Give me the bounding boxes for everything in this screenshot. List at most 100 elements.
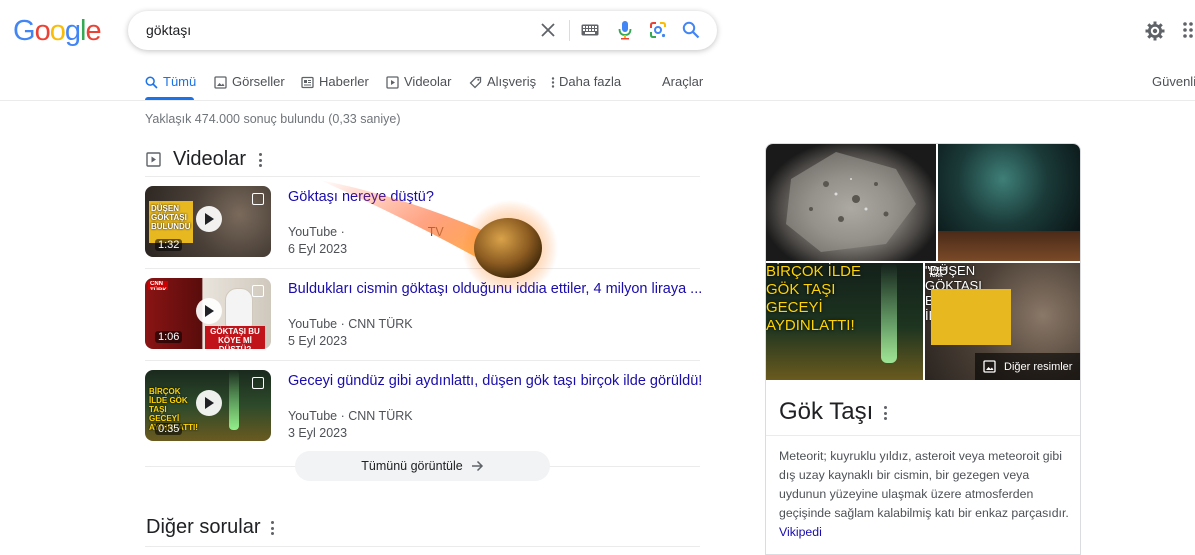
- video-icon: [386, 76, 399, 89]
- tab-safe-search[interactable]: Güvenli: [1152, 74, 1195, 102]
- kp-divider: [766, 435, 1080, 436]
- tab-tools[interactable]: Araçlar: [662, 74, 703, 102]
- tab-label: Güvenli: [1152, 74, 1195, 89]
- fullscreen-icon: [252, 377, 264, 389]
- fullscreen-icon: [252, 193, 264, 205]
- tab-news[interactable]: Haberler: [301, 74, 369, 102]
- lens-icon[interactable]: [647, 19, 669, 41]
- close-icon[interactable]: [537, 19, 559, 41]
- tab-images[interactable]: Görseller: [214, 74, 285, 102]
- result-stats: Yaklaşık 474.000 sonuç bulundu (0,33 san…: [145, 112, 401, 126]
- search-icon: [145, 76, 158, 89]
- thumb-caption: GÖKTAŞI BU KÖYE Mİ DÜŞTÜ?: [205, 326, 265, 349]
- tab-label: Alışveriş: [487, 74, 537, 89]
- video-thumbnail[interactable]: DÜŞEN GÖKTAŞI BULUNDU 1:32: [145, 186, 271, 257]
- gear-icon[interactable]: [1144, 20, 1166, 42]
- thumb-meteor-streak: [229, 370, 239, 430]
- keyboard-icon[interactable]: [579, 19, 601, 41]
- search-input[interactable]: [146, 22, 526, 38]
- search-icon[interactable]: [680, 19, 702, 41]
- kp-image-night-sky[interactable]: [938, 144, 1080, 261]
- kp-image-buildings: [938, 231, 1080, 261]
- tab-shopping[interactable]: Alışveriş: [469, 74, 536, 102]
- view-all-videos-button[interactable]: Tümünü görüntüle: [295, 451, 550, 481]
- tabs-divider: [0, 100, 1195, 101]
- kp-more-icon[interactable]: [883, 406, 887, 420]
- logo-letter: e: [85, 15, 101, 47]
- logo-letter: G: [13, 15, 36, 47]
- divider: [145, 176, 700, 177]
- video-thumbnail[interactable]: BİRÇOK İLDE GÖK TAŞI GECEYİ AYDINLATTI! …: [145, 370, 271, 441]
- video-title-link[interactable]: Buldukları cismin göktaşı olduğunu iddia…: [288, 281, 702, 297]
- video-duration: 1:06: [155, 331, 183, 343]
- thumb-brand: CNN TÜRK: [148, 281, 168, 290]
- kp-source-link[interactable]: Vikipedi: [779, 525, 822, 539]
- play-icon[interactable]: [196, 298, 222, 324]
- more-images-button[interactable]: Diğer resimler: [975, 353, 1080, 380]
- video-duration: 1:32: [155, 239, 183, 251]
- tab-label: Videolar: [404, 74, 452, 89]
- video-result: BİRÇOK İLDE GÖK TAŞI GECEYİ AYDINLATTI! …: [145, 370, 702, 442]
- search-box[interactable]: [128, 11, 717, 50]
- tab-videos[interactable]: Videolar: [386, 74, 451, 102]
- play-icon[interactable]: [196, 390, 222, 416]
- video-thumbnail[interactable]: CNN TÜRK GÖKTAŞI BU KÖYE Mİ DÜŞTÜ? 1:06: [145, 278, 271, 349]
- view-all-label: Tümünü görüntüle: [361, 459, 463, 473]
- knowledge-panel: BİRÇOK İLDE GÖK TAŞI GECEYİ AYDINLATTI! …: [765, 143, 1081, 555]
- kp-meteor-streak: [881, 263, 897, 363]
- thumb-person: [225, 288, 253, 328]
- tag-icon: [469, 76, 482, 89]
- kp-description: Meteorit; kuyruklu yıldız, asteroit veya…: [779, 447, 1071, 542]
- video-result: CNN TÜRK GÖKTAŞI BU KÖYE Mİ DÜŞTÜ? 1:06 …: [145, 278, 702, 350]
- news-icon: [301, 76, 314, 89]
- thumb-caption: DÜŞEN GÖKTAŞI BULUNDU: [151, 204, 191, 231]
- kp-title: Gök Taşı: [779, 398, 874, 425]
- divider: [145, 268, 700, 269]
- apps-grid-icon[interactable]: [1183, 22, 1195, 38]
- tab-label: Daha fazla: [559, 74, 622, 89]
- more-images-label: Diğer resimler: [1004, 360, 1073, 373]
- videos-more-icon[interactable]: [258, 153, 262, 167]
- video-date: 3 Eyl 2023: [288, 426, 348, 440]
- video-platform: YouTube ·: [288, 225, 345, 239]
- kp-image-meteorite[interactable]: [766, 144, 936, 261]
- tab-more[interactable]: Daha fazla: [550, 74, 621, 102]
- search-divider: [569, 20, 570, 41]
- image-icon: [983, 360, 996, 373]
- video-duration: 0:35: [155, 423, 183, 435]
- video-result: DÜŞEN GÖKTAŞI BULUNDU 1:32 Göktaşı nerey…: [145, 186, 700, 258]
- video-title-link[interactable]: Göktaşı nereye düştü?: [288, 189, 434, 205]
- more-vert-icon: [551, 77, 555, 88]
- video-source: YouTube · CNN TÜRK: [288, 409, 413, 423]
- kp-image-caption: BİRÇOK İLDE GÖK TAŞI GECEYİ AYDINLATTI!: [766, 263, 862, 334]
- tab-label: Araçlar: [662, 74, 704, 89]
- google-logo[interactable]: Google: [13, 15, 102, 48]
- kp-image-green-meteor[interactable]: BİRÇOK İLDE GÖK TAŞI GECEYİ AYDINLATTI!: [766, 263, 923, 380]
- other-questions-more-icon[interactable]: [270, 521, 274, 535]
- video-source: YouTube · CNN TÜRK: [288, 317, 413, 331]
- microphone-icon[interactable]: [614, 19, 636, 41]
- logo-letter: g: [64, 15, 81, 47]
- kp-image-brand: HABER TÜRK: [929, 267, 947, 279]
- logo-letter: o: [34, 15, 51, 47]
- video-channel: TV: [427, 225, 444, 239]
- other-questions-title: Diğer sorular: [146, 516, 261, 538]
- tab-label: Görseller: [232, 74, 285, 89]
- divider: [145, 360, 700, 361]
- video-section-icon: [146, 152, 161, 167]
- play-icon[interactable]: [196, 206, 222, 232]
- logo-letter: o: [49, 15, 66, 47]
- videos-section-title: Videolar: [173, 148, 247, 170]
- video-date: 5 Eyl 2023: [288, 334, 348, 348]
- video-date: 6 Eyl 2023: [288, 242, 348, 256]
- video-title-link[interactable]: Geceyi gündüz gibi aydınlattı, düşen gök…: [288, 373, 702, 389]
- tab-label: Haberler: [319, 74, 369, 89]
- kp-description-text: Meteorit; kuyruklu yıldız, asteroit veya…: [779, 449, 1069, 520]
- image-icon: [214, 76, 227, 89]
- fullscreen-icon: [252, 285, 264, 297]
- video-source: YouTube · TV: [288, 225, 444, 239]
- arrow-right-icon: [471, 460, 483, 472]
- kp-caption-box: [931, 289, 1011, 345]
- divider: [145, 546, 700, 547]
- tab-label: Tümü: [163, 74, 197, 89]
